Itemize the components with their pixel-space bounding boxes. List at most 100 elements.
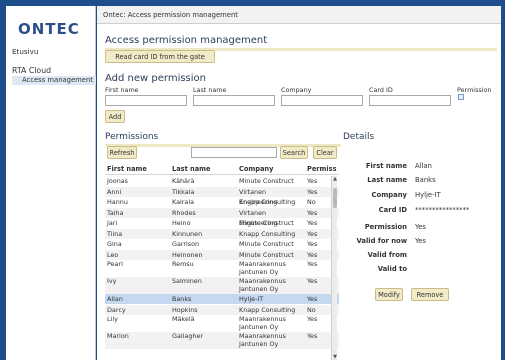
read-card-button[interactable]: Read card ID from the gate (105, 50, 215, 63)
refresh-button[interactable]: Refresh (107, 146, 137, 159)
ontec-logo: ONTEC (18, 20, 80, 38)
cell-last-name: Heino (172, 219, 191, 227)
table-row[interactable]: Talha Rhodes Virtanen Engineering Yes (105, 207, 339, 227)
add-permission-title: Add new permission (105, 73, 206, 84)
cell-company: Minute Construct (239, 219, 294, 227)
col-last-name[interactable]: Last name (172, 164, 211, 175)
cell-company: Maanrakennus Jantunen Oy (239, 315, 286, 331)
last-name-input[interactable] (193, 95, 275, 106)
first-name-input[interactable] (105, 95, 187, 106)
card-id-label: Card ID (369, 86, 393, 94)
col-permission[interactable]: Permiss (307, 164, 337, 175)
detail-valid-to-label: Valid to (377, 265, 407, 273)
nav-item-access-management[interactable]: Access management (12, 76, 96, 85)
cell-first-name: Joonas (107, 177, 129, 185)
cell-company: Maanrakennus Jantunen Oy (239, 332, 286, 348)
table-row[interactable]: Tiina Kinnunen Knapp Consulting Yes (105, 228, 339, 239)
cell-last-name: Hopkins (172, 305, 198, 314)
cell-last-name: Garrison (172, 240, 200, 248)
col-first-name[interactable]: First name (107, 164, 147, 175)
detail-card-id-label: Card ID (378, 206, 407, 214)
cell-company: Hylje-IT (239, 295, 264, 303)
cell-first-name: Tiina (107, 229, 123, 238)
table-row[interactable]: Anni Tikkala Virtanen Engineering Yes (105, 186, 339, 206)
cell-company: Minute Construct (239, 177, 294, 185)
table-row[interactable]: Leo Heinonen Minute Construct Yes (105, 249, 339, 260)
detail-company-value: Hylje-IT (415, 191, 441, 199)
col-company[interactable]: Company (239, 164, 273, 175)
cell-last-name: Banks (172, 295, 192, 303)
cell-first-name: Jari (107, 219, 118, 227)
detail-first-name-label: First name (365, 162, 407, 170)
cell-last-name: Tikkala (172, 187, 195, 196)
cell-company: Maanrakennus Jantunen Oy (239, 277, 286, 293)
cell-first-name: Leo (107, 250, 119, 259)
page-title: Access permission management (105, 35, 268, 46)
detail-last-name-value: Banks (415, 176, 436, 184)
cell-company: Knapp Consulting (239, 198, 296, 206)
detail-permission-value: Yes (415, 223, 426, 231)
cell-first-name: Allan (107, 295, 123, 303)
permissions-title: Permissions (105, 132, 159, 142)
scroll-down-icon[interactable]: ▼ (332, 354, 338, 360)
window-title: Ontec: Access permission management (97, 6, 501, 24)
table-row[interactable]: Hannu Kairala Knapp Consulting No (105, 197, 339, 207)
nav-item-etusivu[interactable]: Etusivu (12, 47, 38, 56)
detail-valid-for-now-label: Valid for now (356, 237, 408, 245)
nav-item-rta-cloud[interactable]: RTA Cloud (12, 66, 51, 75)
cell-last-name: Remsu (172, 260, 194, 268)
cell-company: Knapp Consulting (239, 305, 296, 314)
table-row[interactable]: Lily Mäkelä Maanrakennus Jantunen Oy Yes (105, 315, 339, 332)
cell-first-name: Pearl (107, 260, 123, 268)
permissions-table-header: First name Last name Company Permiss (105, 164, 339, 175)
last-name-label: Last name (193, 86, 227, 94)
cell-first-name: Ivy (107, 277, 117, 285)
cell-first-name: Marion (107, 332, 129, 340)
cell-company: Minute Construct (239, 240, 294, 248)
cell-last-name: Kähärä (172, 177, 195, 185)
detail-valid-from-label: Valid from (367, 251, 407, 259)
cell-last-name: Gallagher (172, 332, 204, 340)
cell-last-name: Mäkelä (172, 315, 195, 323)
table-row[interactable]: Gina Garrison Minute Construct Yes (105, 239, 339, 249)
modify-button[interactable]: Modify (375, 288, 403, 301)
left-navigation: ONTEC Etusivu RTA Cloud Access managemen… (6, 6, 96, 360)
table-row[interactable]: Jari Heino Minute Construct Yes (105, 218, 339, 228)
cell-company: Minute Construct (239, 250, 294, 259)
table-row[interactable]: Pearl Remsu Maanrakennus Jantunen Oy Yes (105, 260, 339, 277)
cell-first-name: Talha (107, 208, 124, 217)
cell-last-name: Kairala (172, 198, 195, 206)
app-frame: ONTEC Etusivu RTA Cloud Access managemen… (0, 0, 505, 360)
main-content: Ontec: Access permission management Acce… (97, 6, 501, 360)
card-id-input[interactable] (369, 95, 451, 106)
cell-last-name: Rhodes (172, 208, 196, 217)
cell-last-name: Kinnunen (172, 229, 203, 238)
first-name-label: First name (105, 86, 139, 94)
cell-last-name: Heinonen (172, 250, 203, 259)
cell-first-name: Gina (107, 240, 122, 248)
table-row[interactable]: Joonas Kähärä Minute Construct Yes (105, 176, 339, 186)
cell-first-name: Anni (107, 187, 122, 196)
table-row[interactable]: Darcy Hopkins Knapp Consulting No (105, 304, 339, 315)
detail-permission-label: Permission (364, 223, 407, 231)
detail-last-name-label: Last name (367, 176, 407, 184)
detail-card-id-value: **************** (415, 206, 470, 214)
search-input[interactable] (191, 147, 277, 158)
clear-button[interactable]: Clear (313, 146, 337, 159)
company-input[interactable] (281, 95, 363, 106)
remove-button[interactable]: Remove (411, 288, 449, 301)
table-row[interactable]: Allan Banks Hylje-IT Yes (105, 294, 339, 304)
company-label: Company (281, 86, 312, 94)
details-title: Details (343, 132, 375, 142)
table-row[interactable]: Marion Gallagher Maanrakennus Jantunen Oy Y… (105, 332, 339, 349)
cell-first-name: Darcy (107, 305, 126, 314)
detail-valid-for-now-value: Yes (415, 237, 426, 245)
cell-first-name: Lily (107, 315, 118, 323)
permission-label: Permission (457, 86, 492, 94)
cell-last-name: Salminen (172, 277, 202, 285)
add-button[interactable]: Add (105, 110, 125, 123)
cell-first-name: Hannu (107, 198, 128, 206)
table-row[interactable]: Ivy Salminen Maanrakennus Jantunen Oy Yes (105, 277, 339, 294)
permission-checkbox[interactable] (458, 94, 464, 100)
search-button[interactable]: Search (280, 146, 308, 159)
